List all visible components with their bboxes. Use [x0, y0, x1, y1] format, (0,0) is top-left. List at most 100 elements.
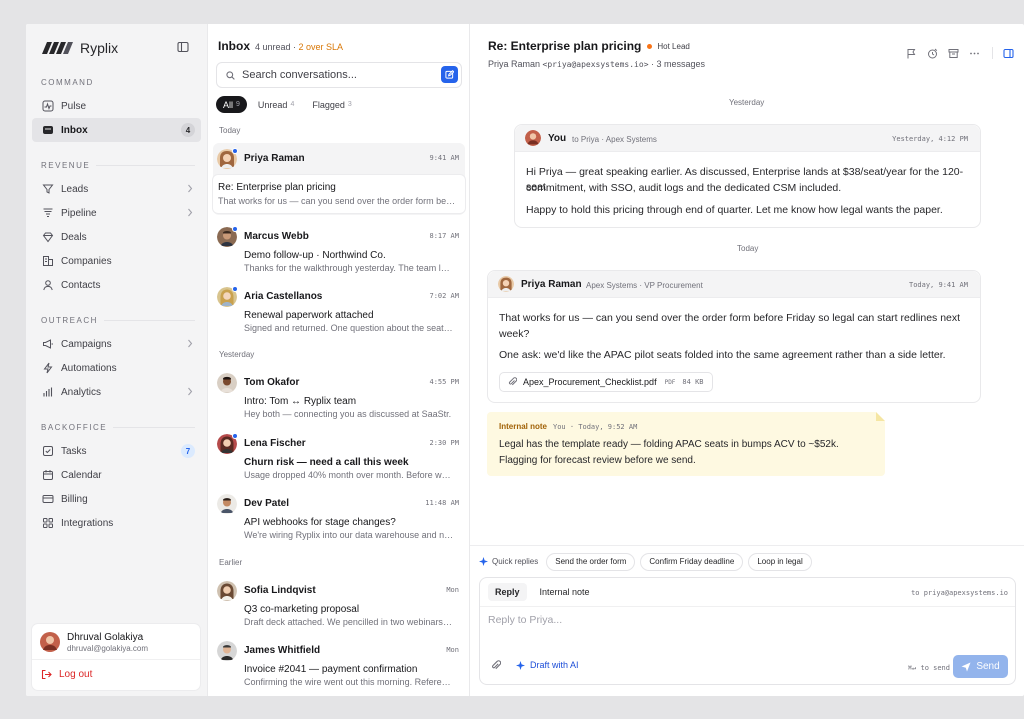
message-body-line: commitment, with SSO, audit logs and the…	[526, 182, 842, 194]
message-preview: Draft deck attached. We pencilled in two…	[244, 617, 454, 627]
divider	[992, 47, 993, 59]
nav-calendar[interactable]: Calendar	[32, 463, 201, 487]
message-count: · 3 messages	[651, 59, 706, 69]
conversation-item[interactable]: Marcus Webb 8:17 AM Demo follow-up · Nor…	[213, 221, 465, 281]
nav-leads[interactable]: Leads	[32, 177, 201, 201]
note-label: Internal note	[499, 422, 548, 431]
quick-reply-chip[interactable]: Send the order form	[546, 552, 636, 571]
sender-name: Priya Raman	[244, 153, 305, 164]
reply-input[interactable]	[488, 614, 908, 626]
unread-dot	[232, 286, 238, 292]
message-preview: Signed and returned. One question about …	[244, 323, 454, 333]
flag-icon[interactable]	[906, 48, 917, 59]
sender-name: Tom Okafor	[244, 377, 300, 388]
compose-button[interactable]	[441, 66, 458, 83]
nav-companies[interactable]: Companies	[32, 249, 201, 273]
nav-contacts[interactable]: Contacts	[32, 273, 201, 297]
sidebar-toggle-icon[interactable]	[177, 41, 189, 53]
quick-reply-chip[interactable]: Confirm Friday deadline	[640, 552, 744, 571]
composer-recipient: to priya@apexsystems.io	[911, 589, 1008, 597]
filter-label: Unread	[257, 99, 288, 110]
avatar	[217, 494, 237, 514]
lightning-icon	[42, 362, 54, 374]
note-line: Flagging for forecast review before we s…	[499, 455, 696, 466]
nav-automations[interactable]: Automations	[32, 356, 201, 380]
divider	[480, 606, 1015, 607]
filter-unread[interactable]: Unread 4	[251, 96, 301, 113]
attach-icon[interactable]	[491, 660, 501, 671]
nav-label: Integrations	[61, 517, 114, 529]
message-incoming: Priya Raman Apex Systems · VP Procuremen…	[487, 270, 981, 403]
message-subject: Invoice #2041 — payment confirmation	[244, 664, 418, 675]
avatar	[217, 373, 237, 393]
day-divider-yesterday: Yesterday	[729, 98, 765, 107]
filter-icon	[42, 183, 54, 195]
user-icon	[42, 279, 54, 291]
nav-pipeline[interactable]: Pipeline	[32, 201, 201, 225]
conversation-item[interactable]: Lena Fischer 2:30 PM Churn risk — need a…	[213, 428, 465, 488]
message-subject: Renewal paperwork attached	[244, 310, 374, 321]
nav-label: Campaigns	[61, 338, 112, 350]
brand-logo-icon	[42, 42, 74, 54]
search-input[interactable]	[242, 69, 432, 81]
nav-tasks[interactable]: Tasks 7	[32, 439, 201, 463]
message-time: 2:30 PM	[429, 439, 459, 447]
note-meta: You · Today, 9:52 AM	[553, 423, 638, 431]
filter-count: 3	[347, 101, 352, 108]
brand-name: Ryplix	[80, 40, 119, 56]
unread-dot	[232, 148, 238, 154]
conversation-item[interactable]: Sofia Lindqvist Mon Q3 co-marketing prop…	[213, 575, 465, 635]
filter-flagged[interactable]: Flagged 3	[305, 96, 358, 113]
filter-all[interactable]: All 9	[216, 96, 247, 113]
inbox-count-badge: 4	[181, 123, 195, 137]
archive-icon[interactable]	[948, 48, 959, 59]
quick-replies-bar: Quick replies Send the order form Confir…	[470, 545, 1024, 577]
recipient-context: to Priya · Apex Systems	[572, 135, 657, 144]
send-button[interactable]: Send	[953, 655, 1008, 678]
conversation-item[interactable]: James Whitfield Mon Invoice #2041 — paym…	[213, 635, 465, 695]
conversation-item[interactable]: Aria Castellanos 7:02 AM Renewal paperwo…	[213, 281, 465, 341]
more-icon[interactable]	[969, 48, 980, 59]
nav-campaigns[interactable]: Campaigns	[32, 332, 201, 356]
chevron-right-icon	[187, 184, 193, 193]
avatar	[217, 581, 237, 601]
logout-button[interactable]: Log out	[41, 669, 92, 680]
attachment-chip[interactable]: Apex_Procurement_Checklist.pdf PDF 84 KB	[499, 372, 713, 392]
nav-inbox[interactable]: Inbox 4	[32, 118, 201, 142]
nav-label: Billing	[61, 493, 88, 505]
nav-label: Pulse	[61, 100, 87, 112]
message-body-line: One ask: we'd like the APAC pilot seats …	[499, 349, 946, 361]
tasks-count-badge: 7	[181, 444, 195, 458]
conversation-item[interactable]: Priya Raman 9:41 AM Re: Enterprise plan …	[213, 143, 465, 215]
conversation-item[interactable]: Tom Okafor 4:55 PM Intro: Tom ↔ Ryplix t…	[213, 367, 465, 427]
unread-count: 4 unread	[255, 42, 291, 52]
conversation-item[interactable]: Dev Patel 11:48 AM API webhooks for stag…	[213, 488, 465, 548]
quick-reply-chip[interactable]: Loop in legal	[748, 552, 812, 571]
draft-with-ai-button[interactable]: Draft with AI	[516, 660, 579, 670]
funnel-icon	[42, 207, 54, 219]
checkbox-icon	[42, 445, 54, 457]
tab-reply[interactable]: Reply	[488, 583, 527, 601]
nav-pulse[interactable]: Pulse	[32, 94, 201, 118]
send-icon	[961, 662, 971, 671]
compose-icon	[445, 70, 454, 79]
nav-integrations[interactable]: Integrations	[32, 511, 201, 535]
thread-header: Re: Enterprise plan pricing Hot Lead	[488, 39, 690, 53]
nav-analytics[interactable]: Analytics	[32, 380, 201, 404]
building-icon	[42, 255, 54, 267]
diamond-icon	[42, 231, 54, 243]
attachment-type: PDF	[664, 378, 676, 386]
chevron-right-icon	[187, 387, 193, 396]
section-label: OUTREACH	[41, 315, 98, 325]
snooze-icon[interactable]	[927, 48, 938, 59]
message-subject: Re: Enterprise plan pricing	[218, 182, 336, 193]
tab-internal-note[interactable]: Internal note	[533, 583, 597, 601]
nav-deals[interactable]: Deals	[32, 225, 201, 249]
filter-count: 9	[236, 101, 240, 108]
section-revenue: REVENUE	[32, 159, 201, 171]
nav-billing[interactable]: Billing	[32, 487, 201, 511]
avatar[interactable]	[40, 632, 60, 652]
thread-panel: Re: Enterprise plan pricing Hot Lead Pri…	[470, 24, 1024, 696]
sparkle-icon	[479, 557, 488, 566]
panel-toggle-icon[interactable]	[1003, 48, 1014, 59]
